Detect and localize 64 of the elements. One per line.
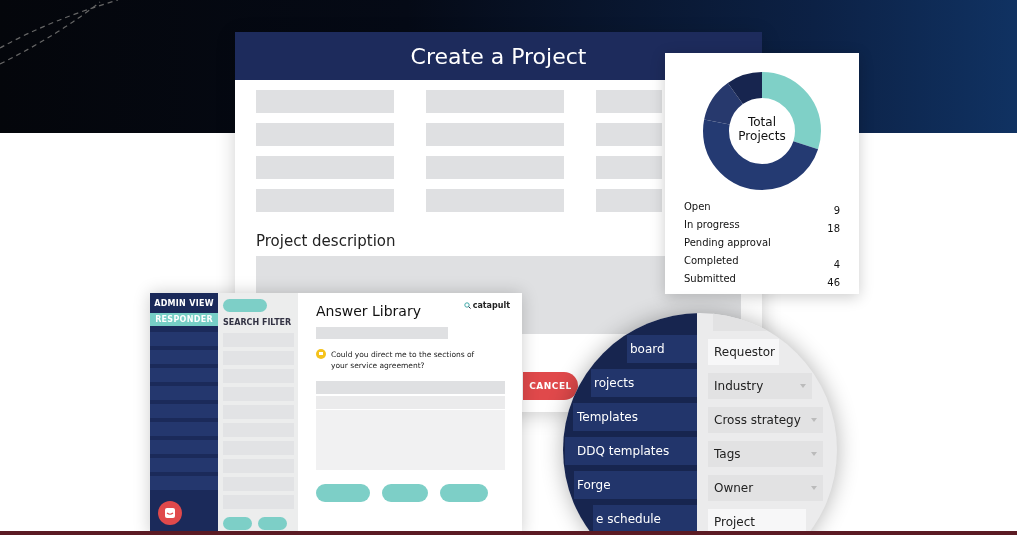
status-label: Submitted — [684, 273, 736, 286]
form-field[interactable] — [426, 189, 564, 212]
nav-item[interactable]: DDQ templates — [565, 437, 697, 465]
dropdown-field[interactable]: Industry — [708, 373, 812, 399]
form-field[interactable] — [596, 156, 662, 179]
action-button[interactable] — [316, 484, 370, 502]
filter-heading: SEARCH FILTER — [223, 318, 292, 327]
sidebar-item[interactable] — [150, 332, 218, 346]
sidebar-item[interactable] — [150, 440, 218, 454]
text-field[interactable]: Requestor — [708, 339, 779, 365]
action-button[interactable] — [382, 484, 428, 502]
add-button[interactable] — [223, 299, 267, 312]
caret-icon — [811, 486, 817, 490]
caret-icon — [800, 384, 806, 388]
magnifier-icon — [463, 302, 471, 309]
form-field[interactable] — [256, 123, 394, 146]
status-count: 9 — [833, 204, 840, 216]
form-field[interactable] — [256, 156, 394, 179]
dropdown-field[interactable]: Owner — [708, 475, 823, 501]
form-field[interactable] — [596, 123, 662, 146]
sidebar-item[interactable] — [150, 422, 218, 436]
status-count: 18 — [827, 222, 840, 234]
status-label: Completed — [684, 255, 739, 268]
form-field[interactable] — [596, 189, 662, 212]
brand-name: catapult — [472, 301, 510, 310]
form-field[interactable] — [426, 156, 564, 179]
nav-item[interactable]: board — [627, 335, 697, 363]
nav-item[interactable]: Forge — [574, 471, 697, 499]
status-count: 46 — [827, 276, 840, 288]
cancel-button[interactable]: CANCEL — [523, 372, 578, 400]
sidebar-item[interactable] — [150, 458, 218, 472]
sidebar-tab[interactable]: ADMIN VIEW — [150, 293, 218, 313]
nav-item[interactable]: rojects — [591, 369, 697, 397]
field-label: Project description — [256, 232, 396, 250]
status-label: Open — [684, 201, 711, 214]
action-button[interactable] — [223, 517, 252, 530]
caret-icon — [811, 418, 817, 422]
action-button[interactable] — [258, 517, 287, 530]
sidebar-item[interactable] — [150, 368, 218, 382]
sidebar-item[interactable] — [150, 404, 218, 418]
window-title: Create a Project — [235, 32, 762, 80]
answer-field[interactable] — [316, 381, 505, 394]
window-title: Answer Library — [316, 303, 421, 319]
nav-item[interactable]: e schedule — [593, 505, 697, 533]
sidebar-item[interactable] — [150, 476, 218, 490]
chat-icon[interactable] — [158, 501, 182, 525]
sidebar-item[interactable] — [150, 350, 218, 364]
sidebar-item[interactable] — [150, 386, 218, 400]
search-field[interactable] — [316, 327, 448, 339]
form-field[interactable] — [256, 90, 394, 113]
form-field[interactable] — [256, 189, 394, 212]
dropdown-field[interactable]: Cross strategy — [708, 407, 823, 433]
question-icon — [316, 349, 326, 359]
form-field[interactable] — [426, 123, 564, 146]
dropdown-field[interactable]: Tags — [708, 441, 823, 467]
form-field[interactable] — [596, 90, 662, 113]
action-button[interactable] — [440, 484, 488, 502]
caret-icon — [811, 452, 817, 456]
form-field[interactable] — [426, 90, 564, 113]
status-label: Pending approval — [684, 237, 771, 250]
chart-label: Total Projects — [737, 115, 787, 143]
nav-item[interactable]: Templates — [573, 403, 697, 431]
status-count: 4 — [833, 258, 840, 270]
status-label: In progress — [684, 219, 740, 232]
